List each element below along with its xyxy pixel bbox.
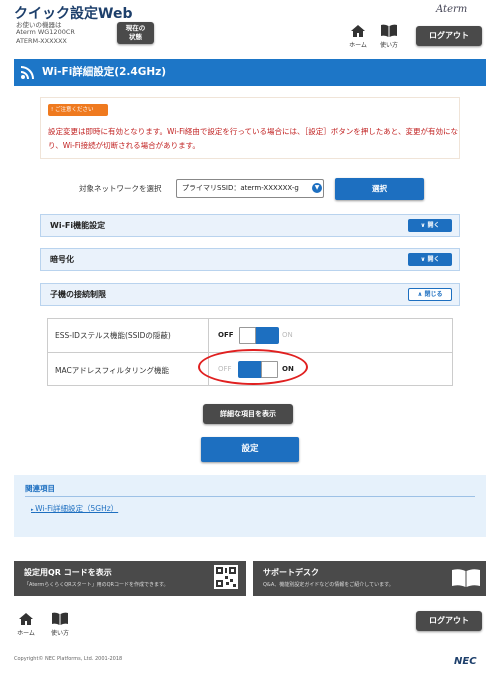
nec-logo: NEC [454, 656, 477, 667]
section-label: 暗号化 [50, 255, 74, 264]
support-card-desc: Q&A、機能別設定ガイドなどの情報をご紹介しています。 [263, 582, 394, 588]
section-encryption-toggle[interactable]: ∨ 開く [408, 253, 452, 266]
qr-code-icon [214, 565, 238, 589]
section-client-restriction-toggle[interactable]: ∧ 閉じる [408, 288, 452, 301]
copyright: Copyright© NEC Platforms, Ltd. 2001-2018 [14, 656, 123, 662]
help-label: 使い方 [379, 42, 398, 49]
notice-badge-text: ご注意ください [54, 107, 94, 113]
section-label: 子機の接続制限 [50, 290, 106, 299]
section-wifi-function-toggle[interactable]: ∨ 開く [408, 219, 452, 232]
section-label: Wi-Fi機能設定 [50, 221, 106, 230]
status-button[interactable]: 現在の 状態 [117, 22, 154, 44]
network-select[interactable]: プライマリSSID：aterm-XXXXXX-g [176, 179, 324, 198]
stealth-off-label: OFF [218, 331, 234, 339]
aterm-logo: Aterm [436, 4, 468, 15]
show-detail-button[interactable]: 詳細な項目を表示 [203, 404, 293, 424]
book-icon [52, 612, 68, 625]
stealth-toggle[interactable] [239, 327, 279, 344]
section-wifi-function[interactable]: Wi-Fi機能設定 [40, 214, 460, 237]
toggle-label: 開く [427, 222, 440, 229]
select-network-button[interactable]: 選択 [335, 178, 424, 200]
setting-label-mac-filter: MACアドレスフィルタリング機能 [55, 366, 170, 375]
logout-button[interactable]: ログアウト [416, 26, 482, 46]
status-button-line1: 現在の [125, 24, 146, 32]
qr-card-desc: 「AtermらくらくQRスタート」用のQRコードを作成できます。 [24, 582, 169, 588]
notice-badge: ! ご注意ください [48, 104, 108, 116]
home-icon [19, 613, 33, 625]
page-title: Wi-Fi詳細設定(2.4GHz) [14, 59, 486, 86]
book-icon [381, 24, 397, 37]
related-link-text: Wi-Fi詳細設定（5GHz） [35, 504, 119, 513]
stealth-on-label: ON [282, 331, 293, 339]
highlight-annotation [198, 349, 308, 385]
support-card-title: サポートデスク [263, 568, 319, 577]
help-label: 使い方 [50, 630, 69, 637]
status-button-line2: 状態 [129, 33, 142, 41]
wifi-icon [20, 66, 34, 80]
section-client-restriction[interactable]: 子機の接続制限 [40, 283, 460, 306]
help-nav[interactable]: 使い方 [375, 24, 403, 49]
related-link-wifi-5ghz[interactable]: ▸ Wi-Fi詳細設定（5GHz） [31, 503, 118, 514]
setting-label-stealth: ESS-IDステルス機能(SSIDの隠蔽) [55, 331, 171, 340]
home-nav[interactable]: ホーム [344, 24, 372, 49]
toggle-label: 開く [427, 256, 440, 263]
related-divider [25, 496, 475, 497]
device-ssid: ATERM-XXXXXX [16, 37, 67, 45]
qr-card-title: 設定用QR コードを表示 [24, 568, 112, 577]
toggle-label: 閉じる [424, 291, 443, 298]
footer-logout-button[interactable]: ログアウト [416, 611, 482, 631]
device-model: Aterm WG1200CR [16, 28, 75, 36]
network-select-label: 対象ネットワークを選択 [79, 184, 162, 193]
related-title: 関連項目 [25, 484, 55, 493]
apply-button[interactable]: 設定 [201, 437, 299, 462]
chevron-down-icon: ▼ [312, 183, 322, 193]
toggle-knob [239, 327, 256, 344]
footer-help-nav[interactable]: 使い方 [46, 612, 74, 637]
qr-code-card[interactable]: 設定用QR コードを表示 「AtermらくらくQRスタート」用のQRコードを作成… [14, 561, 246, 596]
footer-home-nav[interactable]: ホーム [12, 612, 40, 637]
notice-text: 設定変更は即時に有効となります。Wi-Fi経由で設定を行っている場合には、［設定… [48, 127, 458, 150]
section-encryption[interactable]: 暗号化 [40, 248, 460, 271]
home-label: ホーム [349, 42, 367, 49]
book-icon [452, 569, 480, 587]
home-label: ホーム [17, 630, 35, 637]
home-icon [351, 25, 365, 37]
